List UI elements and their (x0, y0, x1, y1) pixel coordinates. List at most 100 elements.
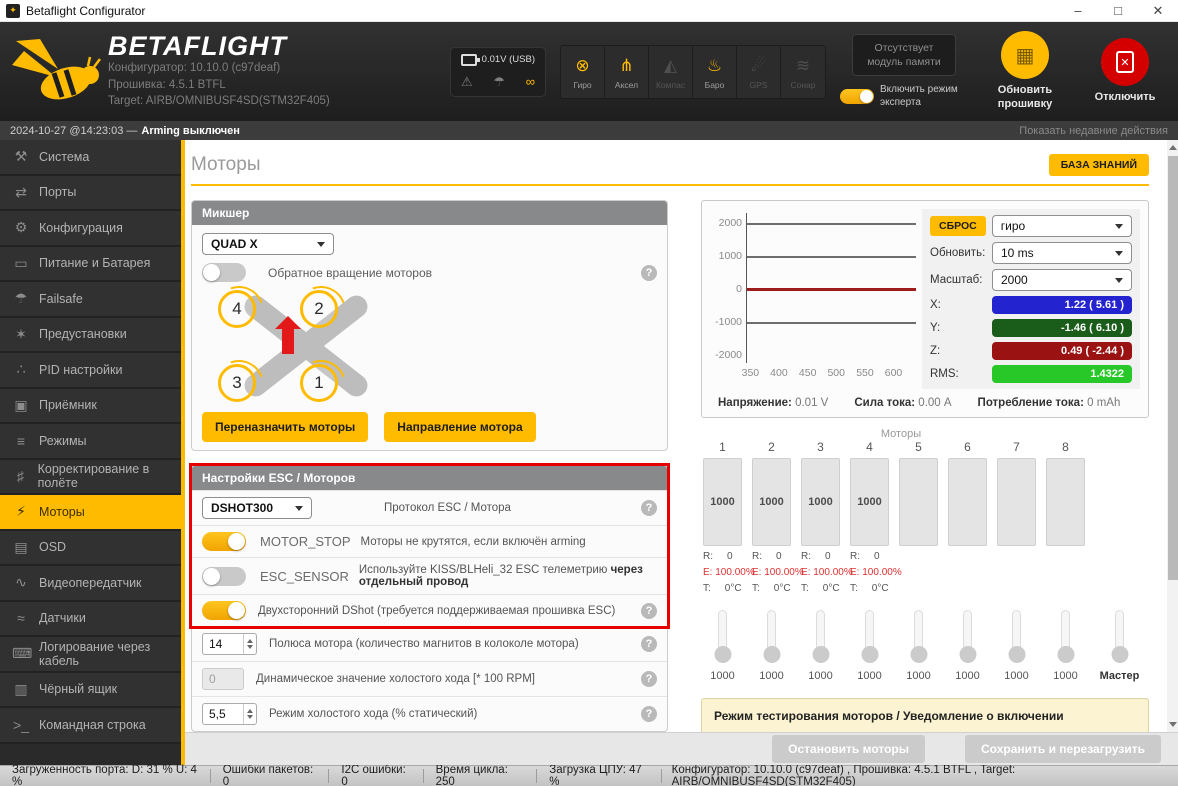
motor-bar (948, 458, 987, 546)
stepper-arrows[interactable] (243, 634, 256, 654)
slider-knob[interactable] (1057, 646, 1074, 663)
stop-motors-button[interactable]: Остановить моторы (772, 735, 925, 763)
expert-mode-toggle[interactable] (840, 89, 874, 104)
voltage-value: 0.01 V (795, 397, 828, 409)
sensor-sonar: ≋ Сонар (781, 46, 825, 98)
refresh-rate-select[interactable]: 10 ms (992, 242, 1132, 264)
motor-slider-6: 1000 (948, 610, 987, 682)
slider-knob[interactable] (910, 646, 927, 663)
motor-bar (1046, 458, 1085, 546)
sidebar-item-vtx[interactable]: ∿Видеопередатчик (0, 566, 181, 602)
scale-select[interactable]: 2000 (992, 269, 1132, 291)
slider-knob[interactable] (812, 646, 829, 663)
idle-percent-input[interactable]: 5,5 (202, 703, 257, 725)
reverse-motors-toggle[interactable] (202, 263, 246, 282)
scroll-up-arrow-icon[interactable] (1169, 145, 1177, 150)
slider-knob[interactable] (1111, 646, 1128, 663)
help-icon[interactable]: ? (641, 265, 657, 281)
motor-bar: 1000 (801, 458, 840, 546)
help-icon[interactable]: ? (641, 671, 657, 687)
slider-knob[interactable] (959, 646, 976, 663)
close-button[interactable]: ✕ (1138, 3, 1178, 19)
sidebar-item-presets[interactable]: ✶Предустановки (0, 318, 181, 354)
motor-1-circle: 1 (300, 364, 338, 402)
bidir-dshot-toggle[interactable] (202, 601, 246, 620)
sidebar-item-setup[interactable]: ⚒Система (0, 140, 181, 176)
graph-source-select[interactable]: гиро (992, 215, 1132, 237)
disconnect-button[interactable]: ✕ Отключить (1082, 38, 1168, 105)
esc-protocol-select[interactable]: DSHOT300 (202, 497, 312, 519)
sidebar-item-osd[interactable]: ▤OSD (0, 531, 181, 567)
save-reboot-button[interactable]: Сохранить и перезагрузить (965, 735, 1161, 763)
motor-stop-toggle[interactable] (202, 532, 246, 551)
usb-link-icon: ∞ (526, 74, 535, 90)
warning-icon: ⚠ (461, 74, 473, 90)
esc-sensor-row: ESC_SENSOR Используйте KISS/BLHeli_32 ES… (192, 557, 667, 594)
content-scrollbar[interactable] (1167, 140, 1178, 732)
betaflight-brand: BETAFLIGHT Конфигуратор: 10.10.0 (c97dea… (10, 33, 330, 110)
help-icon[interactable]: ? (641, 603, 657, 619)
bidir-dshot-row: Двухсторонний DShot (требуется поддержив… (192, 594, 667, 626)
sidebar-item-blackbox[interactable]: ▥Чёрный ящик (0, 673, 181, 709)
mixer-type-select[interactable]: QUAD X (202, 233, 334, 255)
esc-motor-panel: Настройки ESC / Моторов DSHOT300 Протоко… (191, 465, 668, 732)
sidebar-item-receiver[interactable]: ▣Приёмник (0, 389, 181, 425)
sidebar: ⚒Система ⇄Порты ⚙Конфигурация ▭Питание и… (0, 140, 185, 765)
motor-column-8: 8 (1046, 440, 1085, 594)
baro-icon: ♨ (707, 53, 722, 77)
help-icon[interactable]: ? (641, 636, 657, 652)
battery-voltage: 0.01V (USB) (482, 54, 535, 65)
knowledge-base-button[interactable]: БАЗА ЗНАНИЙ (1049, 154, 1149, 176)
maximize-button[interactable]: □ (1098, 3, 1138, 19)
chevron-down-icon (295, 506, 303, 511)
sidebar-item-adjustments[interactable]: ♯Корректирование в полёте (0, 460, 181, 496)
sensor-compass: ◭ Компас (649, 46, 693, 98)
chevron-down-icon (1115, 278, 1123, 283)
help-icon[interactable]: ? (641, 706, 657, 722)
sidebar-item-tethered-logging[interactable]: ⌨Логирование через кабель (0, 637, 181, 673)
dataflash-button[interactable]: Отсутствует модуль памяти (852, 34, 956, 76)
motor-direction-button[interactable]: Направление мотора (384, 412, 535, 442)
scroll-down-arrow-icon[interactable] (1169, 722, 1177, 727)
minimize-button[interactable]: – (1058, 3, 1098, 19)
motor-column-4: 4 1000 R:0 E: 100.00% T:0°C (850, 440, 889, 594)
log-timestamp: 2024-10-27 @14:23:03 — (10, 125, 137, 137)
master-slider: Мастер (1100, 610, 1139, 682)
port-usage: Загруженность порта: D: 31 % U: 4 % (0, 769, 211, 783)
sidebar-item-power-battery[interactable]: ▭Питание и Батарея (0, 247, 181, 283)
wrench-icon: ⚒ (12, 148, 30, 165)
sidebar-item-pid-tuning[interactable]: ∴PID настройки (0, 353, 181, 389)
parachute-icon: ☂ (12, 290, 30, 307)
sidebar-item-ports[interactable]: ⇄Порты (0, 176, 181, 212)
gyro-rms-badge: 1.4322 (992, 365, 1132, 383)
sidebar-item-configuration[interactable]: ⚙Конфигурация (0, 211, 181, 247)
sidebar-item-failsafe[interactable]: ☂Failsafe (0, 282, 181, 318)
slider-knob[interactable] (714, 646, 731, 663)
target-info: Target: AIRB/OMNIBUSF4SD(STM32F405) (108, 93, 330, 110)
remap-motors-button[interactable]: Переназначить моторы (202, 412, 368, 442)
show-log-link[interactable]: Показать недавние действия (1019, 125, 1168, 137)
sidebar-item-motors[interactable]: ⚡Моторы (0, 495, 181, 531)
firmware-flasher-button[interactable]: ▦ Обновить прошивку (982, 31, 1068, 112)
motor-poles-input[interactable]: 14 (202, 633, 257, 655)
scrollbar-thumb[interactable] (1168, 156, 1178, 580)
slider-knob[interactable] (763, 646, 780, 663)
statusbar-version-info: Конфигуратор: 10.10.0 (c97deaf) , Прошив… (661, 769, 1178, 783)
sidebar-item-cli[interactable]: >_Командная строка (0, 708, 181, 744)
pid-icon: ∴ (12, 361, 30, 378)
sonar-icon: ≋ (796, 53, 810, 77)
slider-knob[interactable] (861, 646, 878, 663)
motor-poles-row: 14 Полюса мотора (количество магнитов в … (192, 626, 667, 661)
motor-bar: 1000 (752, 458, 791, 546)
esc-sensor-toggle[interactable] (202, 567, 246, 586)
stepper-arrows[interactable] (243, 704, 256, 724)
sidebar-item-sensors[interactable]: ≈Датчики (0, 602, 181, 638)
motor-3-circle: 3 (218, 364, 256, 402)
sidebar-item-modes[interactable]: ≡Режимы (0, 424, 181, 460)
help-icon[interactable]: ? (641, 500, 657, 516)
reset-button[interactable]: СБРОС (930, 216, 986, 236)
slider-knob[interactable] (1008, 646, 1025, 663)
motor-column-3: 3 1000 R:0 E: 100.00% T:0°C (801, 440, 840, 594)
idle-percent-row: 5,5 Режим холостого хода (% статический)… (192, 696, 667, 731)
motor-bar: 1000 (703, 458, 742, 546)
